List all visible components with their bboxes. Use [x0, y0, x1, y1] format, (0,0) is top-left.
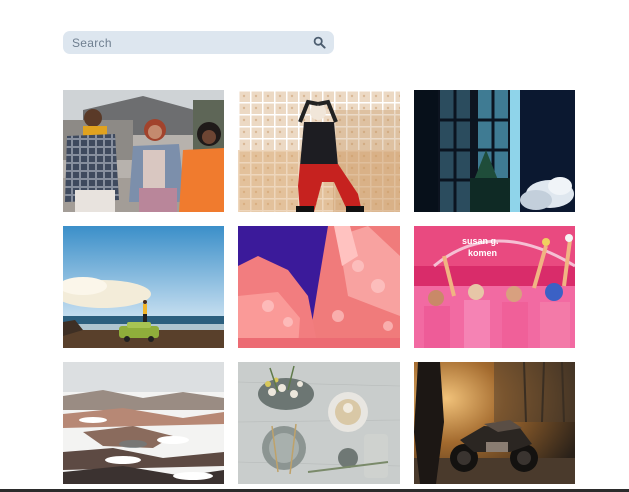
- photo-grid: susan g. komen: [63, 90, 575, 484]
- photo-woman-red-pants[interactable]: [238, 90, 400, 212]
- photo-pink-trees[interactable]: [238, 226, 400, 348]
- photo-window-clouds[interactable]: [414, 90, 575, 212]
- photo-friends-sitting[interactable]: [63, 90, 224, 212]
- photo-table-setting[interactable]: [238, 362, 400, 484]
- photo-motorcycle-sunset[interactable]: [414, 362, 575, 484]
- svg-text:komen: komen: [468, 248, 497, 258]
- search-input[interactable]: [63, 31, 303, 54]
- search-icon[interactable]: [313, 36, 326, 49]
- photo-car-by-sea[interactable]: [63, 226, 224, 348]
- search-bar: [63, 31, 334, 54]
- svg-text:susan g.: susan g.: [462, 236, 499, 246]
- photo-pink-crowd[interactable]: susan g. komen: [414, 226, 575, 348]
- photo-snowy-landscape[interactable]: [63, 362, 224, 484]
